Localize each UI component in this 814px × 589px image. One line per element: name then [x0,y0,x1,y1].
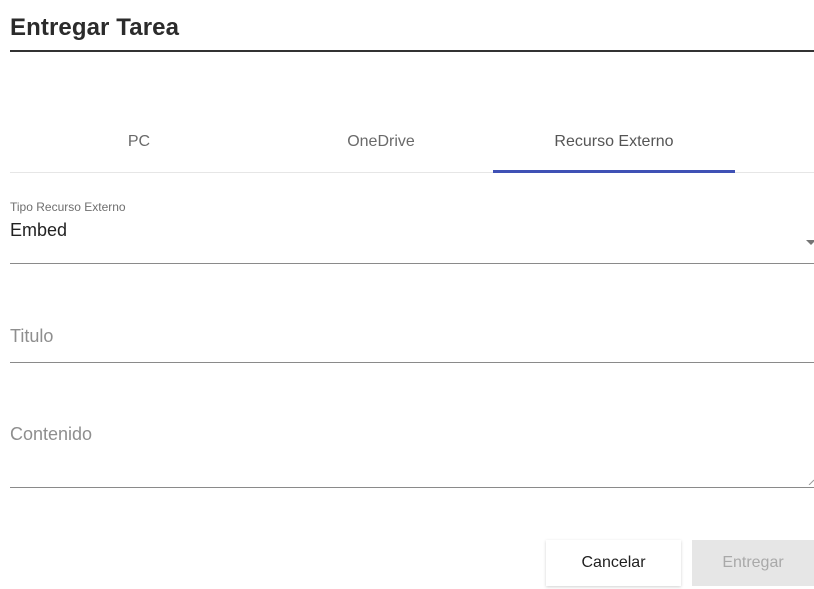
active-tab-indicator [493,170,735,173]
title-underline [10,362,814,363]
cancel-button[interactable]: Cancelar [546,540,681,586]
tab-onedrive[interactable]: OneDrive [260,112,502,172]
tab-bar: PC OneDrive Recurso Externo [10,112,814,173]
tab-recurso-externo[interactable]: Recurso Externo [493,112,735,173]
content-textarea[interactable]: Contenido [10,424,814,489]
tab-pc-label: PC [127,133,151,150]
resource-type-value: Embed [10,220,68,240]
dropdown-arrow-icon[interactable] [806,240,814,245]
title-input[interactable]: Titulo [10,326,814,363]
tab-onedrive-label: OneDrive [347,133,415,150]
content-placeholder: Contenido [10,424,93,444]
tab-pc[interactable]: PC [18,112,260,172]
title-placeholder: Titulo [10,326,54,346]
resource-type-underline [10,263,814,264]
tab-recurso-externo-label: Recurso Externo [554,133,674,150]
resource-type-select[interactable]: Tipo Recurso Externo Embed [10,200,814,264]
content-underline [10,487,814,488]
submit-button[interactable]: Entregar [692,540,814,586]
resize-handle-icon[interactable] [808,479,814,485]
resource-type-label: Tipo Recurso Externo [10,200,126,214]
dialog-title: Entregar Tarea [10,14,180,41]
title-divider [10,50,814,52]
